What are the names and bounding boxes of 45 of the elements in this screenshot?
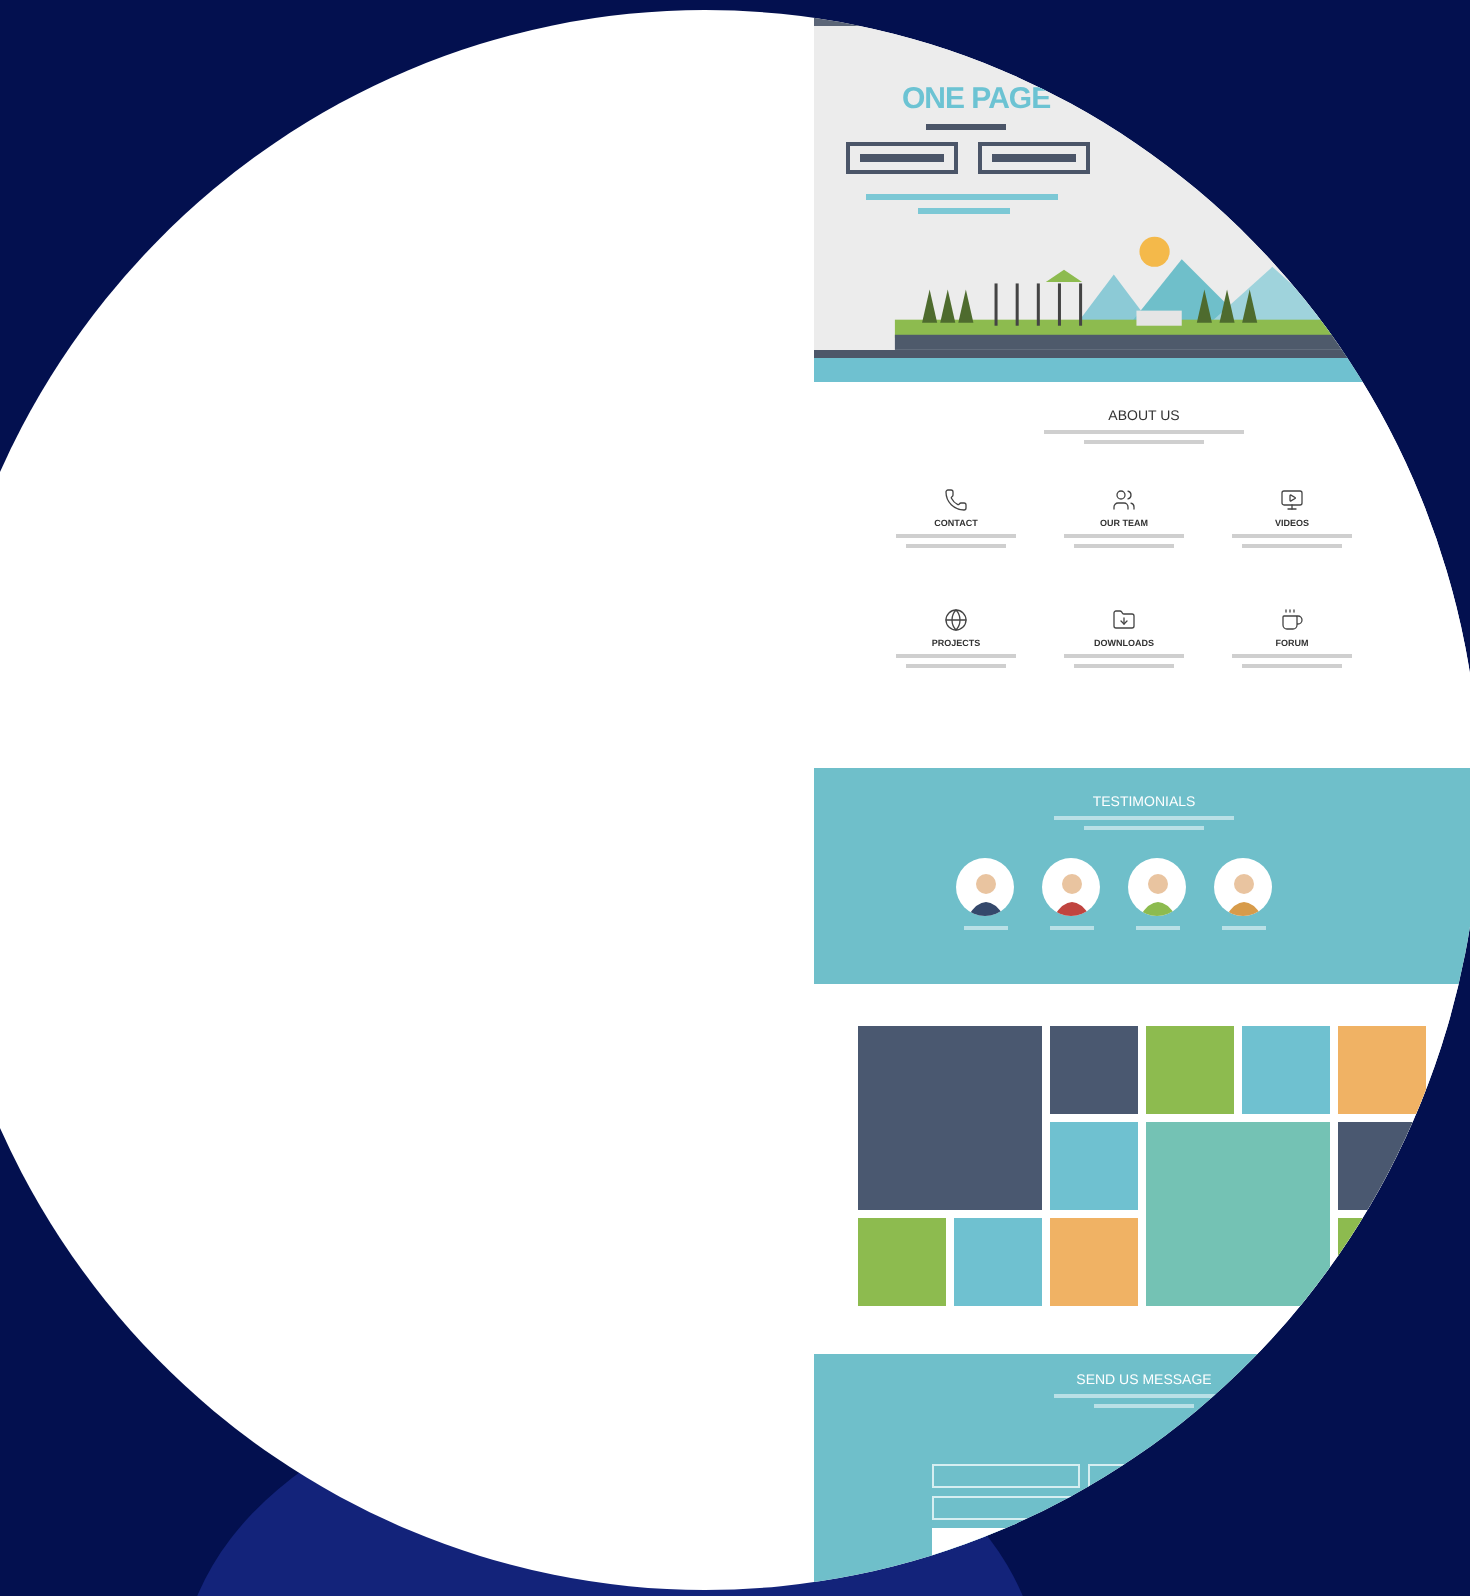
phone-icon <box>944 488 968 512</box>
gallery-tile[interactable] <box>1146 1026 1234 1114</box>
input-field[interactable] <box>932 1464 1080 1488</box>
subtitle-bar <box>926 124 1006 131</box>
text-line <box>963 926 1007 930</box>
hero-button[interactable] <box>846 142 958 175</box>
cup-icon <box>1280 608 1304 632</box>
text-line <box>896 534 1016 538</box>
avatar <box>1128 858 1186 916</box>
text-line <box>896 654 1016 658</box>
gallery-tile[interactable] <box>1050 1218 1138 1306</box>
text-line <box>1221 926 1265 930</box>
avatar <box>956 858 1014 916</box>
hero-button[interactable] <box>978 142 1090 175</box>
avatar <box>1214 858 1272 916</box>
text-line <box>1084 826 1204 830</box>
gallery-tile[interactable] <box>1242 1026 1330 1114</box>
text-line <box>906 544 1006 548</box>
text-line <box>1135 926 1179 930</box>
text-line <box>1064 534 1184 538</box>
globe-icon <box>944 608 968 632</box>
text-line <box>1242 544 1342 548</box>
hero-title: ONE PAGE <box>902 82 1051 116</box>
text-line <box>1232 534 1352 538</box>
folder-icon <box>1112 608 1136 632</box>
text-line <box>1064 654 1184 658</box>
text-line <box>1074 544 1174 548</box>
gallery-tile[interactable] <box>954 1218 1042 1306</box>
gallery-tile[interactable] <box>1050 1026 1138 1114</box>
gallery-tile[interactable] <box>1338 1026 1426 1114</box>
text-line <box>1074 664 1174 668</box>
text-line <box>1242 664 1342 668</box>
text-line <box>1049 926 1093 930</box>
text-line <box>906 664 1006 668</box>
gallery-tile[interactable] <box>858 1026 1042 1210</box>
gallery-tile[interactable] <box>1146 1122 1330 1306</box>
text-line <box>1094 1404 1194 1408</box>
monitor-icon <box>1280 488 1304 512</box>
text-line <box>1084 440 1204 444</box>
people-icon <box>1112 488 1136 512</box>
gallery-tile[interactable] <box>1050 1122 1138 1210</box>
avatar <box>1042 858 1100 916</box>
text-bar <box>918 208 1010 215</box>
text-line <box>1232 654 1352 658</box>
gallery-tile[interactable] <box>858 1218 946 1306</box>
